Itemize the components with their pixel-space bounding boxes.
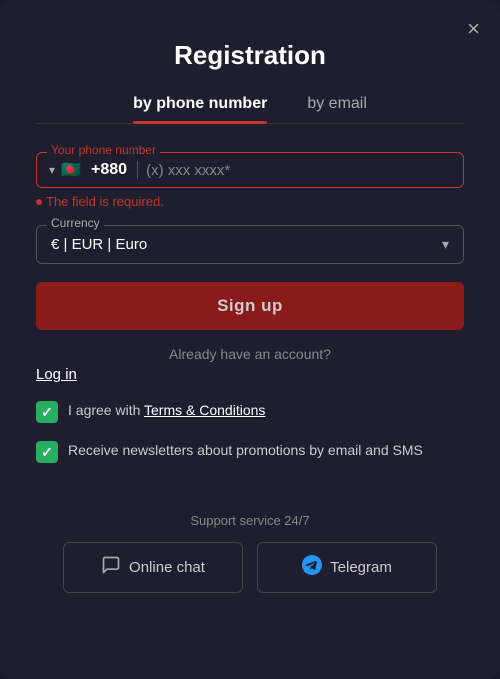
support-section: Support service 24/7 Online chat Telegra… <box>36 513 464 593</box>
terms-link[interactable]: Terms & Conditions <box>144 402 265 418</box>
login-button[interactable]: Log in <box>36 366 77 383</box>
terms-checkbox[interactable]: ✓ <box>36 401 58 423</box>
online-chat-label: Online chat <box>129 559 205 576</box>
newsletter-checkbox-row: ✓ Receive newsletters about promotions b… <box>36 441 464 463</box>
checkmark-icon: ✓ <box>41 444 53 461</box>
error-text-label: The field is required. <box>46 194 164 209</box>
online-chat-button[interactable]: Online chat <box>63 542 243 593</box>
phone-field-label: Your phone number <box>47 143 160 157</box>
flag-icon: 🇧🇩 <box>59 162 83 178</box>
currency-field[interactable]: Currency € | EUR | Euro ▾ <box>36 225 464 264</box>
error-dot-icon <box>36 199 42 205</box>
chevron-down-icon: ▾ <box>442 236 449 253</box>
tab-phone[interactable]: by phone number <box>133 95 267 123</box>
error-message: The field is required. <box>36 194 464 209</box>
telegram-button[interactable]: Telegram <box>257 542 437 593</box>
terms-checkbox-row: ✓ I agree with Terms & Conditions <box>36 401 464 423</box>
support-heading: Support service 24/7 <box>36 513 464 528</box>
newsletter-checkbox[interactable]: ✓ <box>36 441 58 463</box>
tab-email[interactable]: by email <box>307 95 367 123</box>
currency-value: € | EUR | Euro <box>51 236 147 253</box>
already-account-text: Already have an account? <box>36 346 464 362</box>
support-buttons: Online chat Telegram <box>36 542 464 593</box>
country-selector[interactable]: ▾ 🇧🇩 <box>49 162 83 178</box>
registration-modal: × Registration by phone number by email … <box>0 0 500 679</box>
phone-input[interactable] <box>146 162 451 179</box>
tab-bar: by phone number by email <box>36 95 464 124</box>
terms-label: I agree with Terms & Conditions <box>68 401 265 421</box>
telegram-label: Telegram <box>330 559 392 576</box>
phone-section: Your phone number ▾ 🇧🇩 +880 The field is… <box>36 152 464 209</box>
phone-code: +880 <box>91 161 138 179</box>
chevron-down-icon: ▾ <box>49 163 55 177</box>
modal-title: Registration <box>36 40 464 71</box>
signup-button[interactable]: Sign up <box>36 282 464 330</box>
chat-icon <box>101 555 121 580</box>
telegram-icon <box>302 555 322 580</box>
close-button[interactable]: × <box>467 18 480 40</box>
checkmark-icon: ✓ <box>41 404 53 421</box>
newsletter-label: Receive newsletters about promotions by … <box>68 441 423 461</box>
currency-label: Currency <box>47 216 104 230</box>
phone-field-wrapper: Your phone number ▾ 🇧🇩 +880 <box>36 152 464 188</box>
